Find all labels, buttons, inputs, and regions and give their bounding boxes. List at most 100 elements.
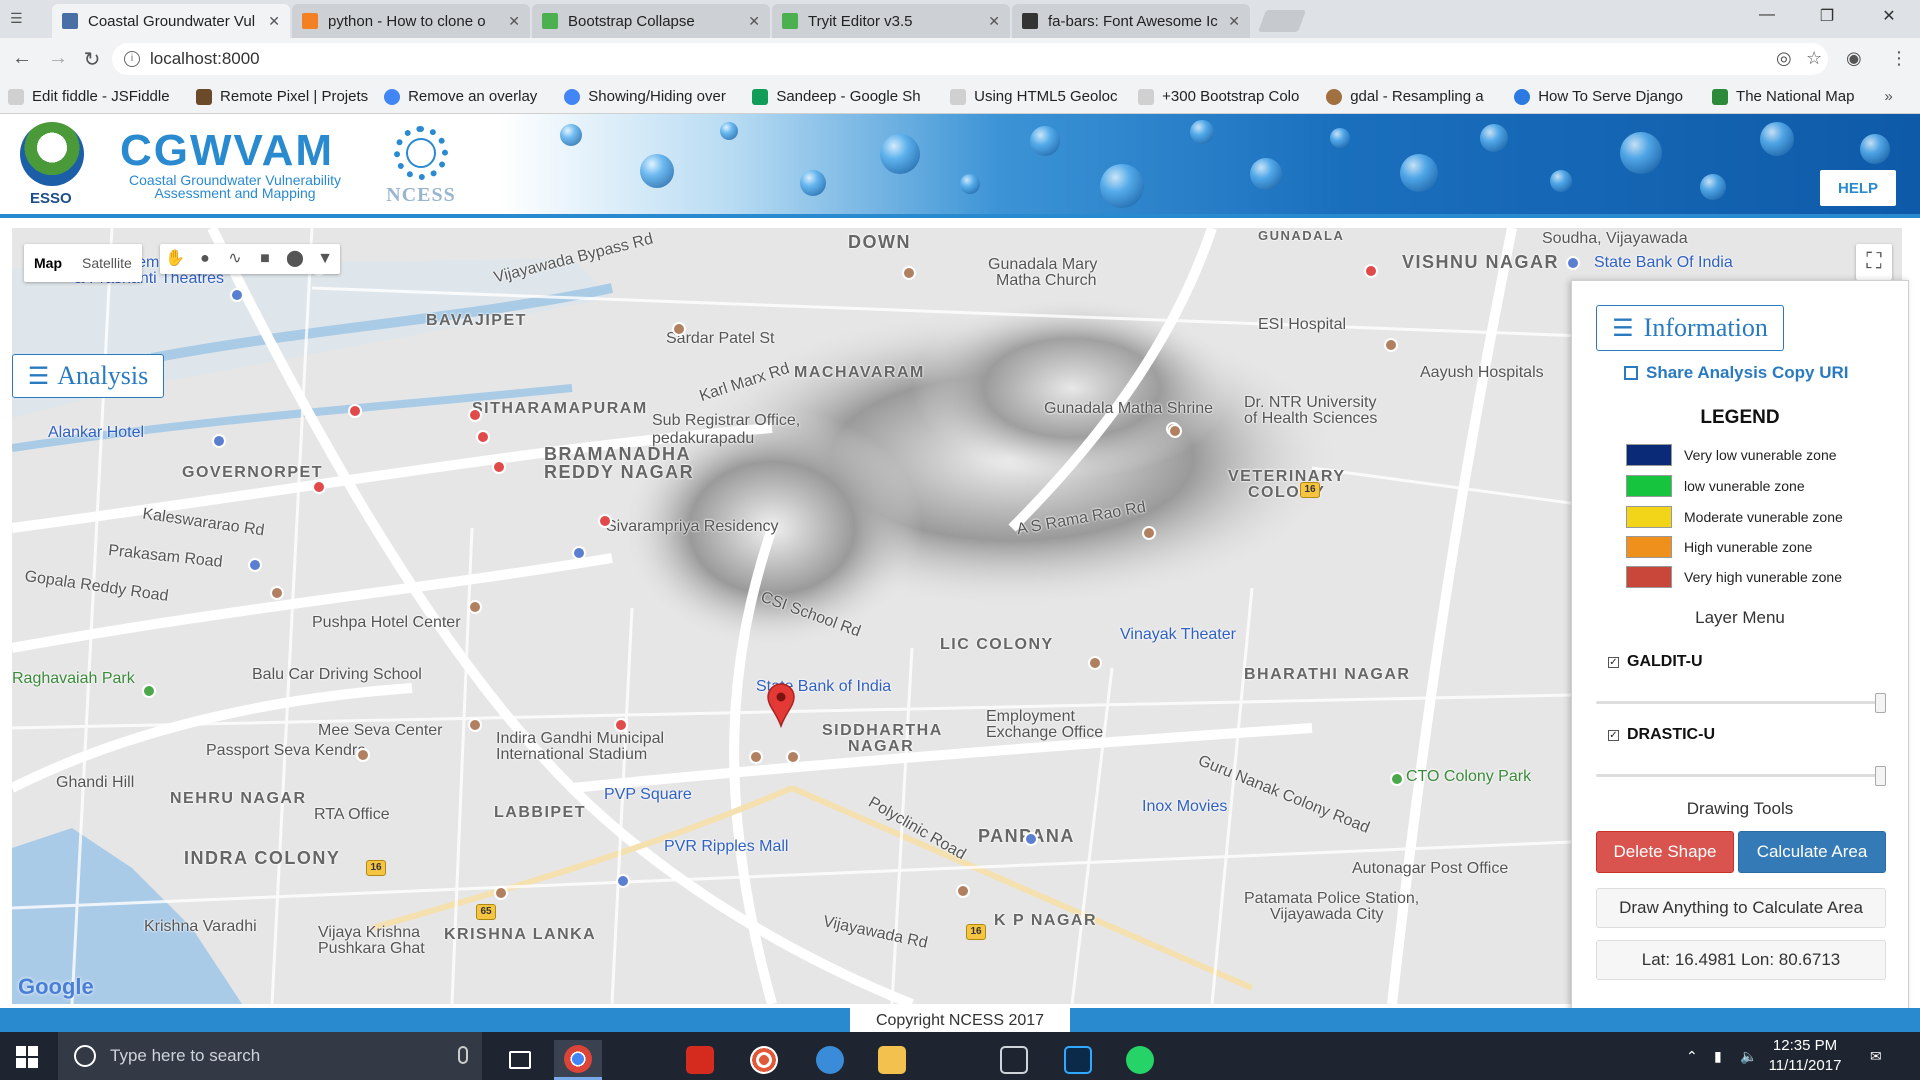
- target-app-taskbar-icon[interactable]: [740, 1040, 788, 1080]
- taskbar-search-box[interactable]: Type here to search: [58, 1032, 482, 1080]
- checkbox-checked[interactable]: ✓: [1608, 729, 1619, 741]
- bookmark-item[interactable]: How To Serve Django: [1514, 88, 1696, 105]
- circle-icon[interactable]: ⬤: [280, 244, 310, 274]
- place-marker[interactable]: [1168, 424, 1182, 438]
- place-marker[interactable]: [1088, 656, 1102, 670]
- notification-icon[interactable]: ✉: [1870, 1048, 1882, 1065]
- whatsapp-icon[interactable]: [1116, 1040, 1164, 1080]
- park-marker[interactable]: [1390, 772, 1404, 786]
- photoshop-icon[interactable]: [1054, 1040, 1102, 1080]
- taskbar-clock[interactable]: 12:35 PM 11/11/2017: [1750, 1036, 1860, 1076]
- tab-font-awesome[interactable]: fa-bars: Font Awesome Ic ✕: [1012, 4, 1250, 38]
- place-marker[interactable]: [1384, 338, 1398, 352]
- bookmark-item[interactable]: Remove an overlay: [384, 88, 548, 105]
- rectangle-icon[interactable]: ■: [250, 244, 280, 274]
- place-marker[interactable]: [672, 322, 686, 336]
- bookmark-item[interactable]: Remote Pixel | Projets: [196, 88, 368, 105]
- address-bar[interactable]: i localhost:8000: [112, 43, 1828, 75]
- hospital-marker[interactable]: [1364, 264, 1378, 278]
- close-icon[interactable]: ✕: [268, 13, 280, 30]
- hospital-marker[interactable]: [614, 718, 628, 732]
- delete-shape-button[interactable]: Delete Shape: [1596, 831, 1734, 873]
- place-marker[interactable]: [749, 750, 763, 764]
- layer-galdit-u[interactable]: ✓ GALDIT-U: [1608, 653, 1703, 671]
- close-icon[interactable]: ✕: [748, 13, 760, 30]
- hospital-marker[interactable]: [468, 408, 482, 422]
- place-marker[interactable]: [270, 586, 284, 600]
- file-explorer-icon[interactable]: [868, 1040, 916, 1080]
- fullscreen-icon[interactable]: ⛶: [1856, 244, 1892, 280]
- hospital-marker[interactable]: [598, 514, 612, 528]
- more-menu-icon[interactable]: ⋮: [1890, 48, 1908, 69]
- acrobat-taskbar-icon[interactable]: [676, 1040, 724, 1080]
- calculate-area-button[interactable]: Calculate Area: [1738, 831, 1886, 873]
- map-type-map-button[interactable]: Map: [24, 244, 72, 282]
- hospital-marker[interactable]: [476, 430, 490, 444]
- lodging-marker[interactable]: [572, 546, 586, 560]
- cinema-marker[interactable]: [616, 874, 630, 888]
- chrome-menu-icon[interactable]: ☰: [10, 10, 30, 26]
- restore-icon[interactable]: ❐: [1804, 6, 1850, 26]
- close-icon[interactable]: ✕: [988, 13, 1000, 30]
- slider-thumb[interactable]: [1875, 693, 1886, 713]
- bookmark-item[interactable]: Using HTML5 Geoloc: [950, 88, 1122, 105]
- place-marker[interactable]: [356, 748, 370, 762]
- bookmark-item[interactable]: Edit fiddle - JSFiddle: [8, 88, 180, 105]
- 3d-builder-icon[interactable]: [990, 1040, 1038, 1080]
- drastic-u-opacity-slider[interactable]: [1596, 766, 1886, 786]
- back-arrow-icon[interactable]: ←: [8, 47, 36, 70]
- bookmark-star-icon[interactable]: ☆: [1806, 48, 1822, 69]
- close-icon[interactable]: ✕: [1228, 13, 1240, 30]
- reload-icon[interactable]: ↻: [78, 47, 106, 72]
- globe-app-taskbar-icon[interactable]: [806, 1040, 854, 1080]
- new-tab-button[interactable]: [1257, 10, 1307, 32]
- close-icon[interactable]: ✕: [508, 13, 520, 30]
- info-icon[interactable]: i: [124, 51, 140, 67]
- map-type-satellite-button[interactable]: Satellite: [72, 244, 142, 282]
- microphone-icon[interactable]: [458, 1046, 468, 1064]
- extension-icon[interactable]: ◉: [1846, 48, 1862, 69]
- lodging-marker[interactable]: [212, 434, 226, 448]
- bookmark-item[interactable]: Showing/Hiding over: [564, 88, 736, 105]
- minimize-icon[interactable]: —: [1744, 6, 1790, 24]
- share-analysis-link[interactable]: Share Analysis Copy URI: [1624, 363, 1849, 383]
- hand-icon[interactable]: ✋: [160, 244, 190, 274]
- window-close-icon[interactable]: ✕: [1866, 6, 1912, 26]
- location-pin-icon[interactable]: [766, 682, 796, 728]
- analysis-button[interactable]: ☰ Analysis: [12, 354, 164, 398]
- place-marker[interactable]: [902, 266, 916, 280]
- checkbox-checked[interactable]: ✓: [1608, 656, 1619, 668]
- place-marker[interactable]: [786, 750, 800, 764]
- battery-icon[interactable]: ▮: [1714, 1048, 1722, 1065]
- windows-start-icon[interactable]: [16, 1046, 38, 1068]
- place-marker[interactable]: [494, 886, 508, 900]
- polygon-icon[interactable]: ▼: [310, 244, 340, 274]
- place-marker[interactable]: [468, 600, 482, 614]
- hospital-marker[interactable]: [348, 404, 362, 418]
- place-marker[interactable]: [1142, 526, 1156, 540]
- address-text[interactable]: localhost:8000: [150, 49, 260, 69]
- cinema-marker[interactable]: [1024, 832, 1038, 846]
- tab-tryit-editor[interactable]: Tryit Editor v3.5 ✕: [772, 4, 1010, 38]
- more-bookmarks-icon[interactable]: »: [1884, 88, 1904, 105]
- slider-thumb[interactable]: [1875, 766, 1886, 786]
- help-button[interactable]: HELP: [1820, 170, 1896, 206]
- chrome-taskbar-icon[interactable]: [554, 1040, 602, 1080]
- hospital-marker[interactable]: [492, 460, 506, 474]
- galdit-u-opacity-slider[interactable]: [1596, 693, 1886, 713]
- bookmark-item[interactable]: +300 Bootstrap Colo: [1138, 88, 1310, 105]
- layer-drastic-u[interactable]: ✓ DRASTIC-U: [1608, 726, 1715, 744]
- marker-icon[interactable]: ●: [190, 244, 220, 274]
- information-button[interactable]: ☰ Information: [1596, 305, 1784, 351]
- location-target-icon[interactable]: ◎: [1776, 48, 1792, 69]
- place-marker[interactable]: [468, 718, 482, 732]
- tab-coastal-groundwater[interactable]: Coastal Groundwater Vul ✕: [52, 4, 290, 38]
- polyline-icon[interactable]: ∿: [220, 244, 250, 274]
- bookmark-item[interactable]: Sandeep - Google Sh: [752, 88, 934, 105]
- hospital-marker[interactable]: [312, 480, 326, 494]
- tab-bootstrap-collapse[interactable]: Bootstrap Collapse ✕: [532, 4, 770, 38]
- place-marker[interactable]: [956, 884, 970, 898]
- lodging-marker[interactable]: [248, 558, 262, 572]
- park-marker[interactable]: [142, 684, 156, 698]
- tab-python-clone[interactable]: python - How to clone o ✕: [292, 4, 530, 38]
